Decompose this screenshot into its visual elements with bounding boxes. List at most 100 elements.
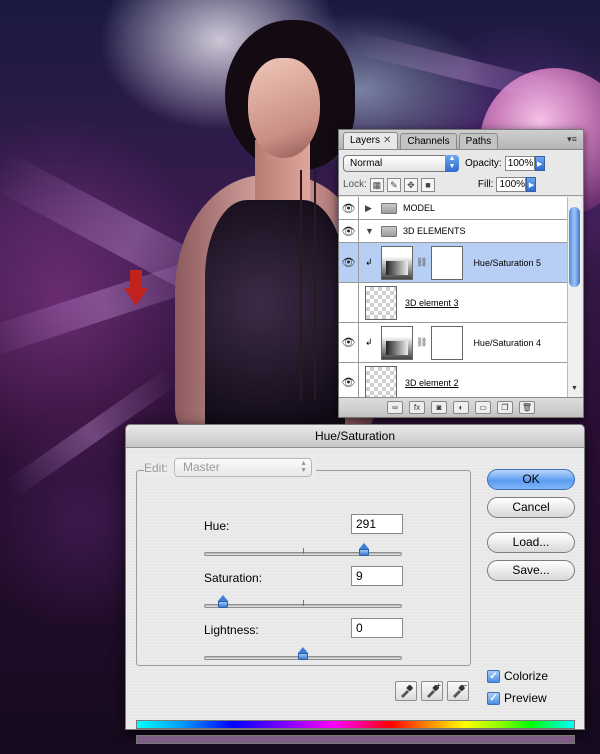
saturation-slider-knob[interactable] [216, 595, 230, 609]
hue-label: Hue: [204, 519, 230, 533]
eye-icon[interactable]: 👁 [339, 220, 359, 242]
ok-button[interactable]: OK [487, 469, 575, 490]
new-layer-icon[interactable]: ❐ [497, 401, 513, 414]
opacity-arrow-icon[interactable]: ▶ [534, 155, 545, 171]
panel-menu-icon[interactable]: ▾≡ [565, 133, 579, 145]
saturation-field[interactable]: 9 [351, 566, 403, 586]
layer-style-icon[interactable]: fx [409, 401, 425, 414]
edit-select[interactable]: Master ▲ ▼ [174, 458, 313, 477]
layer-name: 3D element 2 [405, 377, 459, 388]
link-chain-icon[interactable]: ⛓ [416, 337, 427, 348]
fill-field[interactable]: 100% [496, 177, 527, 192]
link-chain-icon[interactable]: ⛓ [416, 257, 427, 268]
lightness-label: Lightness: [204, 623, 259, 637]
slider-center-tick [303, 600, 304, 606]
edit-label: Edit: [144, 460, 169, 475]
mask-thumbnail[interactable] [431, 245, 464, 280]
lightness-slider-knob[interactable] [296, 647, 310, 661]
fill-arrow-icon[interactable]: ▶ [526, 177, 537, 192]
eye-icon[interactable]: 👁 [339, 243, 359, 282]
panel-tab-bar: Layers ✕ Channels Paths ▾≡ [339, 130, 583, 150]
layer-row-model[interactable]: 👁 ▶ MODEL [339, 197, 569, 220]
load-button[interactable]: Load... [487, 532, 575, 553]
layer-name: MODEL [403, 203, 436, 213]
layer-name: Hue/Saturation 5 [473, 257, 541, 268]
eyedropper-plus-icon[interactable]: + [421, 681, 443, 701]
layer-row-3d-elements[interactable]: 👁 ▼ 3D ELEMENTS [339, 220, 569, 243]
preview-checkbox[interactable]: ✓ Preview [487, 691, 547, 705]
hue-saturation-dialog: Hue/Saturation Edit: Master ▲ ▼ Hue: 291 … [125, 424, 585, 744]
layer-row-3d-element-3[interactable]: 3D element 3 [339, 283, 569, 323]
layers-panel: Layers ✕ Channels Paths ▾≡ Normal ▲ ▼ Opac… [338, 129, 584, 418]
folder-icon [381, 202, 397, 214]
layer-row-hue-saturation-4[interactable]: 👁 ↲ ⛓ Hue/Saturation 4 [339, 323, 569, 363]
layer-thumbnail[interactable] [365, 365, 397, 397]
lock-transparency-icon[interactable]: ▦ [369, 177, 384, 192]
checkmark-icon[interactable]: ✓ [487, 669, 500, 683]
lightness-field[interactable]: 0 [351, 618, 403, 638]
opacity-field[interactable]: 100% [504, 155, 535, 171]
red-arrow-head [124, 288, 148, 306]
model-necklace [300, 170, 316, 400]
layer-name: 3D ELEMENTS [403, 226, 466, 236]
collapse-triangle-icon[interactable]: ▼ [365, 226, 377, 236]
layer-row-hue-saturation-5[interactable]: 👁 ↲ ⛓ Hue/Saturation 5 [339, 243, 569, 283]
layers-toolbar: ∞ fx ◙ ◐ ▭ ❐ 🗑 [339, 397, 583, 417]
tab-layers[interactable]: Layers ✕ [343, 132, 399, 149]
adjustment-thumbnail[interactable] [381, 245, 413, 280]
mask-thumbnail[interactable] [431, 325, 464, 360]
hue-slider[interactable] [204, 543, 402, 556]
cancel-button[interactable]: Cancel [487, 497, 575, 518]
plus-mark-icon: + [436, 681, 441, 690]
scroll-down-icon[interactable]: ▼ [569, 385, 580, 395]
layer-row-3d-element-2[interactable]: 👁 3D element 2 [339, 363, 569, 397]
eyedropper-icon[interactable] [395, 681, 417, 701]
adjustment-thumbnail[interactable] [381, 325, 413, 360]
lock-pixels-icon[interactable]: ✎ [386, 177, 401, 192]
lightness-slider[interactable] [204, 647, 402, 660]
eye-icon[interactable]: 👁 [339, 197, 359, 219]
scroll-thumb[interactable] [569, 207, 580, 287]
blend-row: Normal ▲ ▼ Opacity: 100% ▶ [339, 152, 583, 174]
colorize-checkbox[interactable]: ✓ Colorize [487, 669, 548, 683]
tab-paths[interactable]: Paths [458, 133, 499, 149]
hue-slider-knob[interactable] [357, 543, 371, 557]
red-arrow-icon [130, 270, 142, 290]
lock-position-icon[interactable]: ✥ [403, 177, 418, 192]
trash-icon[interactable]: 🗑 [519, 401, 535, 414]
dialog-body: Edit: Master ▲ ▼ Hue: 291 Saturation: 9 L… [126, 449, 584, 744]
dialog-title: Hue/Saturation [126, 425, 584, 448]
layers-list: 👁 ▶ MODEL 👁 ▼ 3D ELEMENTS 👁 ↲ ⛓ Hue/Satu… [339, 197, 569, 397]
hue-spectrum-bar [136, 720, 575, 729]
eye-icon[interactable]: 👁 [339, 323, 359, 362]
clipping-arrow-icon: ↲ [365, 337, 373, 347]
slider-center-tick [303, 548, 304, 554]
tab-channels[interactable]: Channels [400, 133, 457, 149]
lock-label: Lock: [343, 179, 367, 190]
blend-mode-select[interactable]: Normal ▲ ▼ [343, 154, 459, 172]
layer-thumbnail[interactable] [365, 285, 397, 320]
eye-icon-hidden[interactable] [339, 283, 359, 322]
new-group-icon[interactable]: ▭ [475, 401, 491, 414]
add-mask-icon[interactable]: ◙ [431, 401, 447, 414]
layers-scrollbar[interactable]: ▼ [567, 197, 581, 397]
result-color-bar [136, 735, 575, 744]
save-button[interactable]: Save... [487, 560, 575, 581]
model-face [248, 58, 320, 158]
saturation-slider[interactable] [204, 595, 402, 608]
layer-name: 3D element 3 [405, 297, 459, 308]
stepper-icon: ▲ ▼ [445, 154, 459, 172]
checkmark-icon[interactable]: ✓ [487, 691, 500, 705]
minus-mark-icon: − [462, 681, 467, 690]
saturation-label: Saturation: [204, 571, 263, 585]
link-layers-icon[interactable]: ∞ [387, 401, 403, 414]
close-tab-icon[interactable]: ✕ [383, 135, 391, 146]
eyedropper-minus-icon[interactable]: − [447, 681, 469, 701]
lock-all-icon[interactable]: ■ [420, 177, 435, 192]
hue-field[interactable]: 291 [351, 514, 403, 534]
layer-name: Hue/Saturation 4 [473, 337, 541, 348]
eye-icon[interactable]: 👁 [339, 363, 359, 397]
expand-triangle-icon[interactable]: ▶ [365, 203, 377, 214]
adjustment-layer-icon[interactable]: ◐ [453, 401, 469, 414]
adjustment-group-box [136, 470, 471, 666]
